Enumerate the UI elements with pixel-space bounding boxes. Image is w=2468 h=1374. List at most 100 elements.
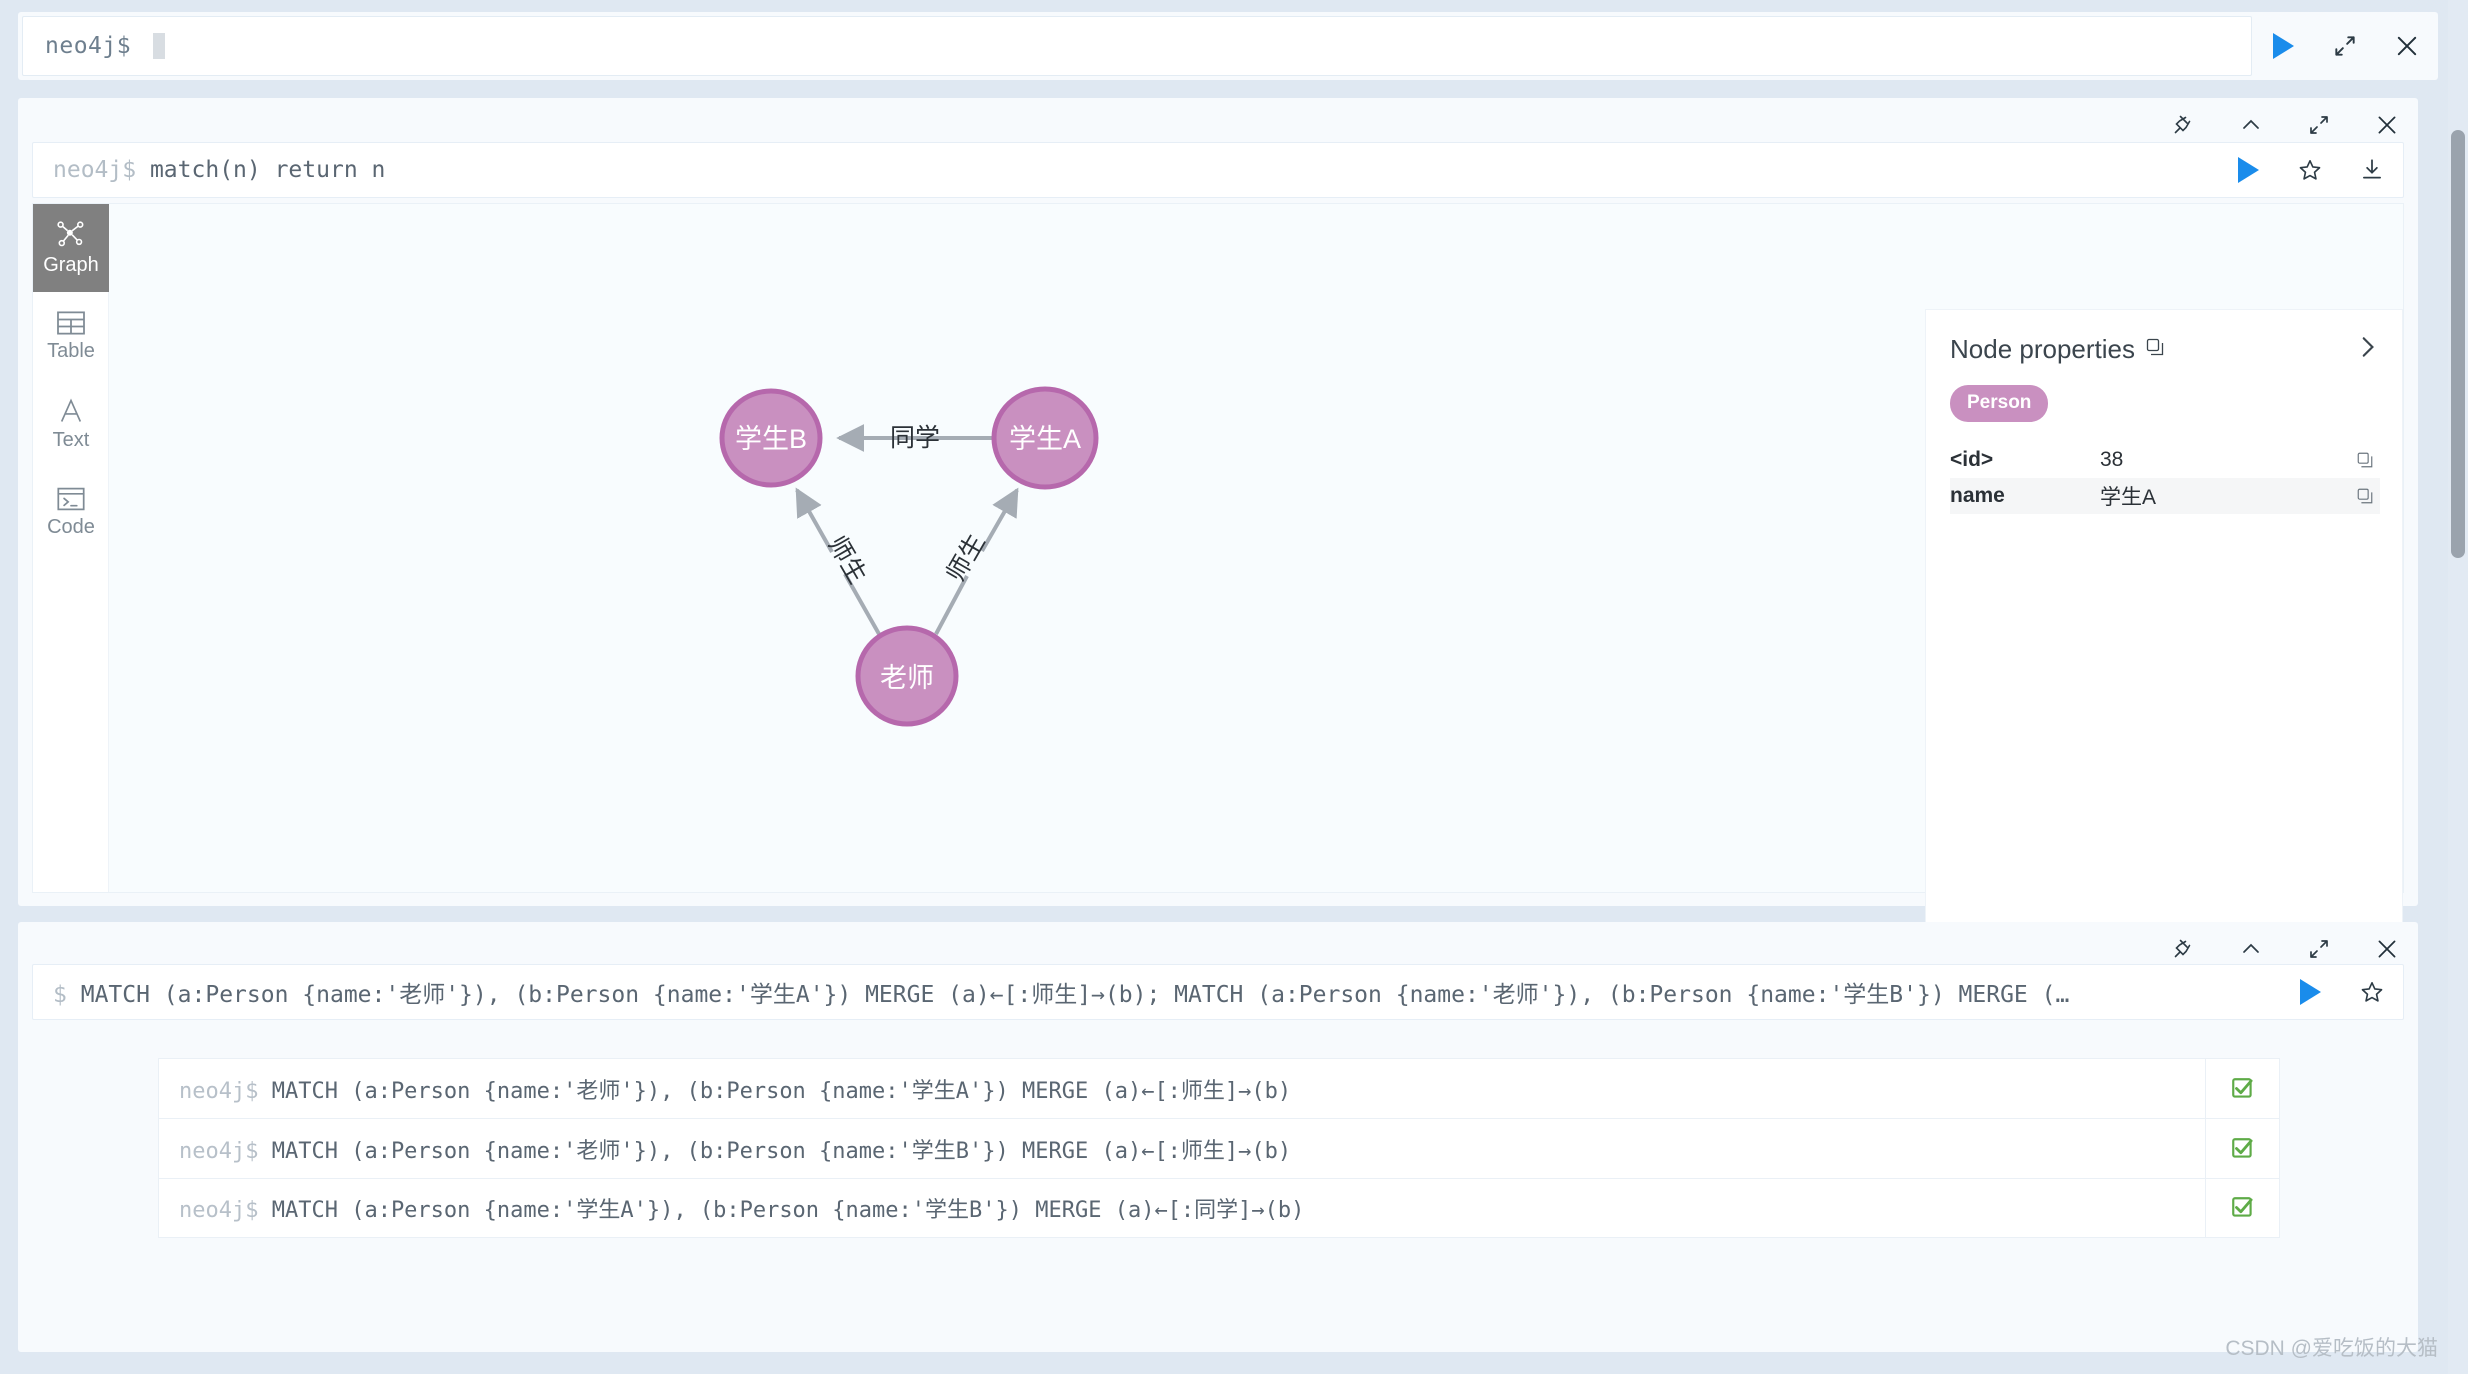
favorite-button[interactable]	[2341, 965, 2403, 1019]
relationship-label: 同学	[890, 424, 940, 452]
result-statement: neo4j$ MATCH (a:Person {name:'学生A'}), (b…	[159, 1192, 2205, 1224]
expand-button[interactable]	[2314, 12, 2376, 80]
property-value: 38	[2100, 448, 2124, 471]
relationship-label: 师生	[941, 529, 990, 586]
sidebar-item-text[interactable]: Text	[33, 380, 109, 468]
frame-query-actions	[2217, 143, 2403, 197]
main-query-prompt: neo4j$	[45, 33, 132, 59]
pin-button[interactable]	[2166, 108, 2200, 142]
sidebar-item-table[interactable]: Table	[33, 292, 109, 380]
frame-query-text[interactable]: neo4j$ match(n) return n	[33, 157, 2217, 183]
table-row: <id> 38	[1950, 442, 2380, 478]
star-icon	[2299, 159, 2321, 180]
graph-node-label: 学生A	[1009, 424, 1081, 454]
result-statement-text: MATCH (a:Person {name:'学生A'}), (b:Person…	[271, 1198, 1305, 1223]
sidebar-item-table-label: Table	[47, 339, 95, 362]
scrollbar-thumb[interactable]	[2451, 130, 2465, 558]
text-cursor	[153, 33, 166, 59]
property-key: name	[1950, 484, 2005, 507]
main-editor-actions	[2252, 12, 2438, 80]
query-results-list: neo4j$ MATCH (a:Person {name:'老师'}), (b:…	[158, 1058, 2280, 1238]
result-statement: neo4j$ MATCH (a:Person {name:'老师'}), (b:…	[159, 1133, 2205, 1165]
query-status-frame: $ MATCH (a:Person {name:'老师'}), (b:Perso…	[18, 922, 2418, 1352]
graph-result-frame: neo4j$ match(n) return n Graph Table Tex…	[18, 98, 2418, 999]
editor-query-value: MATCH (a:Person {name:'老师'}), (b:Person …	[80, 982, 2070, 1008]
expand-button[interactable]	[2302, 932, 2336, 966]
pin-icon	[2174, 115, 2191, 134]
pin-button[interactable]	[2166, 932, 2200, 966]
node-properties-table: <id> 38 name 学生A	[1950, 442, 2380, 514]
collapse-chevron-up-icon	[2243, 943, 2259, 953]
graph-node-label: 老师	[880, 663, 934, 693]
sidebar-item-code-label: Code	[47, 515, 95, 538]
result-prompt: neo4j$	[179, 1198, 259, 1223]
frame-query-value: match(n) return n	[149, 157, 386, 183]
node-properties-title: Node properties	[1950, 334, 2135, 364]
checkbox-check-icon	[2231, 1197, 2253, 1217]
copy-icon[interactable]	[2350, 487, 2380, 505]
graph-icon	[57, 220, 84, 246]
expand-icon	[2310, 116, 2328, 134]
close-icon	[2378, 116, 2396, 134]
editor-query-text[interactable]: $ MATCH (a:Person {name:'老师'}), (b:Perso…	[33, 975, 2279, 1009]
run-button[interactable]	[2279, 965, 2341, 1019]
play-icon	[2299, 979, 2321, 1005]
list-item[interactable]: neo4j$ MATCH (a:Person {name:'学生A'}), (b…	[158, 1178, 2280, 1238]
node-properties-header: Node properties	[1950, 334, 2380, 365]
run-button[interactable]	[2217, 143, 2279, 197]
relationship-shisheng-a[interactable]: 师生	[934, 487, 1019, 635]
result-view-sidebar: Graph Table Text Code	[33, 204, 109, 892]
relationship-label: 师生	[822, 531, 871, 588]
result-statement-text: MATCH (a:Person {name:'老师'}), (b:Person …	[271, 1078, 1292, 1104]
collapse-button[interactable]	[2234, 932, 2268, 966]
graph-visualization-body: Graph Table Text Code 同学 师生 师生 学生B 学生A 老…	[32, 203, 2404, 999]
main-query-editor: neo4j$	[18, 12, 2438, 80]
list-item[interactable]: neo4j$ MATCH (a:Person {name:'老师'}), (b:…	[158, 1118, 2280, 1178]
page-scrollbar[interactable]	[2448, 0, 2468, 1374]
close-button[interactable]	[2370, 108, 2404, 142]
graph-node-student-a[interactable]: 学生A	[991, 386, 1099, 490]
expand-icon	[2310, 940, 2328, 958]
result-prompt: neo4j$	[179, 1138, 259, 1164]
collapse-chevron-up-icon	[2243, 119, 2259, 129]
relationship-shisheng-b[interactable]: 师生	[795, 487, 881, 635]
play-icon	[2237, 157, 2259, 183]
list-item[interactable]: neo4j$ MATCH (a:Person {name:'老师'}), (b:…	[158, 1058, 2280, 1118]
checkbox-check-icon	[2231, 1077, 2253, 1098]
property-key: <id>	[1950, 448, 1994, 471]
status-badge	[2205, 1119, 2279, 1178]
code-terminal-icon	[57, 487, 85, 510]
main-query-input[interactable]: neo4j$	[22, 16, 2252, 76]
sidebar-item-text-label: Text	[52, 428, 90, 451]
sidebar-item-code[interactable]: Code	[33, 468, 109, 556]
property-value: 学生A	[2100, 486, 2157, 509]
copy-icon[interactable]	[2145, 337, 2165, 362]
chevron-right-icon[interactable]	[2354, 334, 2380, 365]
star-icon	[2361, 981, 2383, 1002]
pin-icon	[2174, 939, 2191, 958]
favorite-button[interactable]	[2279, 143, 2341, 197]
table-icon	[57, 310, 85, 335]
sidebar-item-graph[interactable]: Graph	[33, 204, 109, 292]
close-icon	[2378, 940, 2396, 958]
copy-icon[interactable]	[2350, 451, 2380, 469]
expand-button[interactable]	[2302, 108, 2336, 142]
play-icon	[2272, 33, 2294, 59]
frame-query-bar: neo4j$ match(n) return n	[32, 142, 2404, 198]
neo4j-browser-page: neo4j$ neo4j$ match(n) return n Graph Ta…	[0, 0, 2468, 1374]
text-a-icon	[60, 397, 82, 422]
collapse-button[interactable]	[2234, 108, 2268, 142]
node-label-chip[interactable]: Person	[1950, 385, 2049, 422]
table-row: name 学生A	[1950, 478, 2380, 514]
result-prompt: neo4j$	[179, 1078, 259, 1104]
node-properties-panel: Node properties Person <id> 38 name 学生A	[1925, 309, 2403, 999]
relationship-tongxue[interactable]: 同学	[836, 424, 995, 452]
download-button[interactable]	[2341, 143, 2403, 197]
editor-query-actions	[2279, 965, 2403, 1019]
graph-node-teacher[interactable]: 老师	[855, 625, 959, 727]
run-button[interactable]	[2252, 12, 2314, 80]
status-badge	[2205, 1179, 2279, 1237]
graph-node-student-b[interactable]: 学生B	[719, 388, 823, 488]
close-button[interactable]	[2376, 12, 2438, 80]
close-button[interactable]	[2370, 932, 2404, 966]
